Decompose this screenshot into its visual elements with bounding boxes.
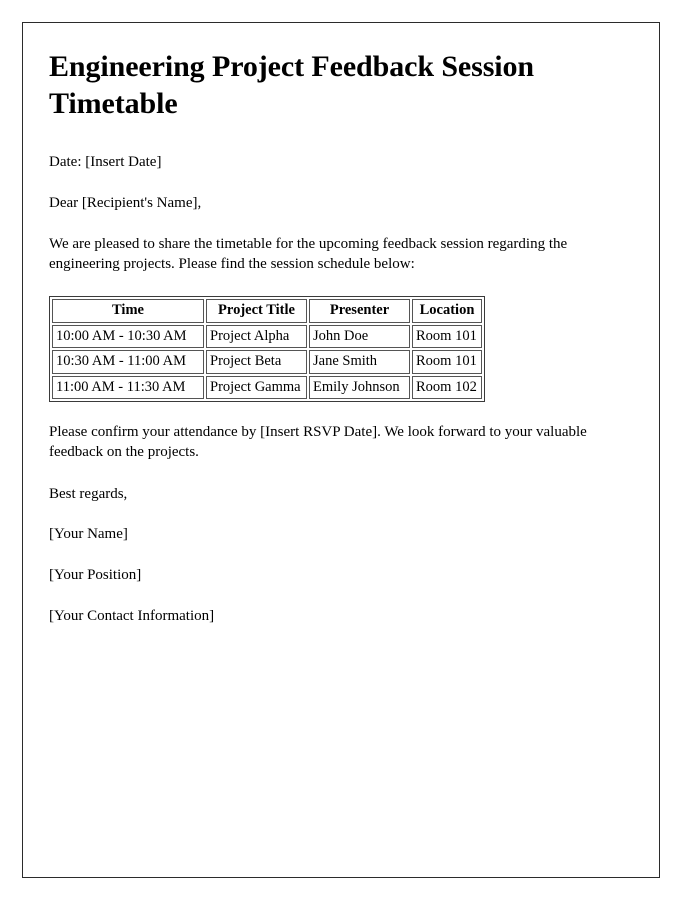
spacer-after-table xyxy=(49,402,633,423)
spacer-after-date xyxy=(49,173,633,194)
table-body: 10:00 AM - 10:30 AM Project Alpha John D… xyxy=(52,324,482,399)
salutation: Dear [Recipient's Name], xyxy=(49,194,202,211)
cell-location: Room 102 xyxy=(412,375,482,399)
cell-time: 10:00 AM - 10:30 AM xyxy=(52,324,204,349)
spacer-before-signoff xyxy=(49,463,633,485)
cell-project: Project Beta xyxy=(206,350,307,374)
cell-location: Room 101 xyxy=(412,324,482,349)
signature-position: [Your Position] xyxy=(49,567,142,584)
spacer-after-salutation xyxy=(49,214,633,235)
signature-contact: [Your Contact Information] xyxy=(49,607,215,624)
column-header-project: Project Title xyxy=(206,299,307,323)
cell-presenter: Emily Johnson xyxy=(309,375,410,399)
spacer-before-table xyxy=(49,274,633,296)
document-page: Engineering Project Feedback Session Tim… xyxy=(22,22,660,878)
date-line: Date: [Insert Date] xyxy=(49,154,162,171)
table-row: 11:00 AM - 11:30 AM Project Gamma Emily … xyxy=(52,375,482,399)
table-header: Time Project Title Presenter Location xyxy=(52,299,482,323)
document-body: Engineering Project Feedback Session Tim… xyxy=(23,23,659,627)
cell-presenter: John Doe xyxy=(309,324,410,349)
cell-time: 10:30 AM - 11:00 AM xyxy=(52,350,204,374)
column-header-presenter: Presenter xyxy=(309,299,410,323)
closing-paragraph: Please confirm your attendance by [Inser… xyxy=(49,423,587,460)
cell-project: Project Alpha xyxy=(206,324,307,349)
schedule-table: Time Project Title Presenter Location 10… xyxy=(49,296,485,402)
intro-paragraph: We are pleased to share the timetable fo… xyxy=(49,235,568,272)
page-title: Engineering Project Feedback Session Tim… xyxy=(49,50,534,120)
signature-name: [Your Name] xyxy=(49,526,128,543)
table-row: 10:00 AM - 10:30 AM Project Alpha John D… xyxy=(52,324,482,349)
cell-presenter: Jane Smith xyxy=(309,350,410,374)
spacer-before-contact xyxy=(49,586,633,607)
column-header-location: Location xyxy=(412,299,482,323)
cell-project: Project Gamma xyxy=(206,375,307,399)
table-row: 10:30 AM - 11:00 AM Project Beta Jane Sm… xyxy=(52,350,482,374)
table-header-row: Time Project Title Presenter Location xyxy=(52,299,482,323)
cell-location: Room 101 xyxy=(412,350,482,374)
column-header-time: Time xyxy=(52,299,204,323)
cell-time: 11:00 AM - 11:30 AM xyxy=(52,375,204,399)
signoff: Best regards, xyxy=(49,485,128,502)
spacer-before-position xyxy=(49,545,633,566)
spacer-before-name xyxy=(49,504,633,525)
spacer-after-title xyxy=(49,122,633,153)
